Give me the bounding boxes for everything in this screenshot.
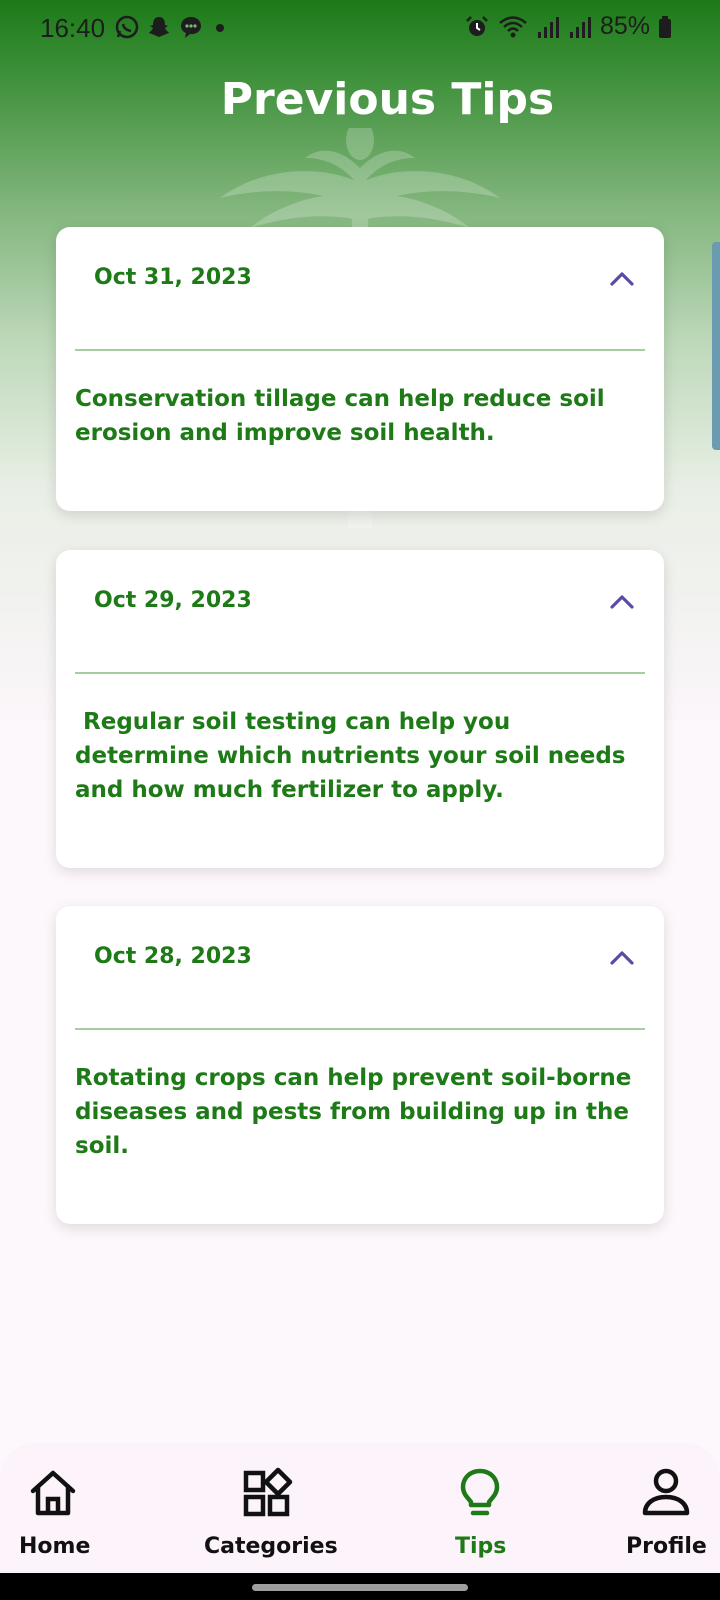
system-status-icons: 85% [464,12,672,41]
battery-percentage: 85% [599,12,650,40]
categories-icon [243,1467,293,1517]
status-bar: 16:40 85% [0,0,720,58]
whatsapp-icon [115,15,139,39]
chevron-up-icon[interactable] [608,265,636,293]
tip-date: Oct 31, 2023 [94,265,252,290]
nav-label-tips: Tips [455,1534,507,1559]
nav-label-home: Home [19,1534,91,1559]
signal-icon [569,16,591,38]
tip-date: Oct 29, 2023 [94,588,252,613]
signal-icon [537,16,559,38]
page-title: Previous Tips [220,74,555,125]
snapchat-icon [149,17,169,37]
messages-icon [181,17,201,38]
tip-divider [75,349,645,351]
profile-icon [642,1468,690,1516]
tip-divider [75,1028,645,1030]
nav-item-tips[interactable]: Tips [446,1443,516,1573]
tip-date: Oct 28, 2023 [94,944,252,969]
bottom-navigation: Home Categories Tips Profile [0,1443,720,1573]
nav-item-categories[interactable]: Categories [200,1443,340,1573]
wifi-icon [499,15,527,37]
tip-card[interactable]: Oct 28, 2023 Rotating crops can help pre… [56,906,664,1224]
battery-icon [659,15,671,38]
tip-divider [75,672,645,674]
home-gesture-handle[interactable] [252,1584,468,1591]
lightbulb-icon [460,1468,500,1516]
tip-text: Conservation tillage can help reduce soi… [75,386,605,446]
nav-item-home[interactable]: Home [12,1443,94,1573]
tip-card[interactable]: Oct 31, 2023 Conservation tillage can he… [56,227,664,511]
tip-text: Regular soil testing can help you determ… [75,709,634,803]
status-time: 16:40 [40,13,106,43]
chevron-up-icon[interactable] [608,944,636,972]
alarm-icon [466,15,488,36]
home-icon [30,1470,76,1516]
nav-label-profile: Profile [626,1534,707,1559]
chevron-up-icon[interactable] [608,588,636,616]
scroll-indicator[interactable] [712,242,720,450]
nav-label-categories: Categories [204,1534,338,1559]
dot-icon [216,24,224,32]
tip-card[interactable]: Oct 29, 2023 Regular soil testing can he… [56,550,664,868]
notification-icons [114,14,230,40]
nav-item-profile[interactable]: Profile [622,1443,712,1573]
tip-text: Rotating crops can help prevent soil-bor… [75,1065,632,1159]
